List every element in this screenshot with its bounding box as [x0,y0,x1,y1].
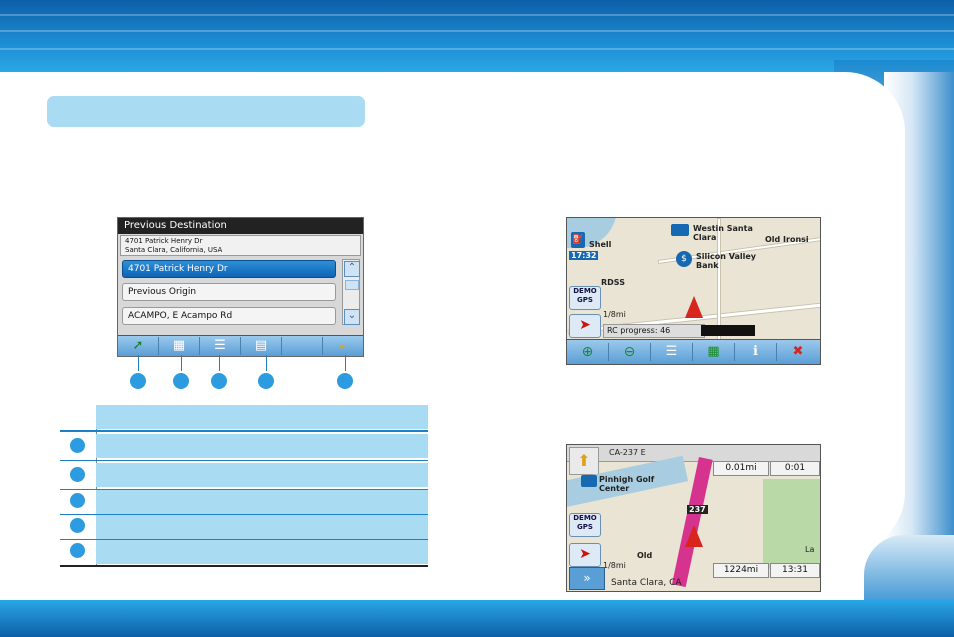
map-3d-icon[interactable]: ▦ [693,343,735,361]
callout-line [345,355,346,371]
list-icon[interactable]: ☰ [651,343,693,361]
back-arrow-icon[interactable]: ⤶ [323,337,363,355]
list-icon[interactable]: ☰ [200,337,241,355]
demo-label: DEMO [573,287,597,295]
vehicle-arrow-icon [685,525,703,547]
address-line-2: Santa Clara, California, USA [125,246,223,254]
callout-line [138,355,139,371]
map-toolbar: ⊕ ⊖ ☰ ▦ ℹ ✖ [567,339,820,364]
chevron-up-icon[interactable]: ⌃ [344,261,360,277]
poi-label: Silicon Valley Bank [696,252,756,270]
info-pin-icon[interactable]: ℹ [735,343,777,361]
road-header-bar [567,445,820,462]
header-banner [0,0,954,72]
demo-label: DEMO [573,514,597,522]
exit-icon[interactable]: ✖ [777,343,819,361]
demo-gps-button[interactable]: DEMO GPS [569,286,601,310]
callout-marker [337,373,353,389]
hotel-icon [671,224,689,236]
gps-label: GPS [577,296,593,304]
highway-shield: 237 [687,505,708,514]
previous-destination-screen: Previous Destination 4701 Patrick Henry … [117,217,364,357]
footer-curve [864,535,954,605]
destination-item[interactable]: ACAMPO, E Acampo Rd [122,307,336,325]
street-label: Old Ironsi [765,235,809,244]
table-row [96,463,428,487]
street-label: Old [637,551,653,560]
zoom-out-icon[interactable]: ⊖ [609,343,651,361]
golf-icon [581,475,597,487]
street-label: La [805,545,815,554]
address-line-1: 4701 Patrick Henry Dr [125,237,203,245]
poi-label: Westin Santa Clara [693,224,753,242]
section-title-bar [47,96,365,127]
demo-gps-button[interactable]: DEMO GPS [569,513,601,537]
scale-label: 1/8mi [603,561,626,570]
vehicle-arrow-icon [685,296,703,318]
compass-icon[interactable]: ➤ [569,314,601,338]
table-row [96,490,428,514]
fuel-icon: ⛽ [571,232,585,248]
callout-marker [258,373,274,389]
document-icon[interactable]: ▦ [159,337,200,355]
save-icon[interactable]: ▤ [241,337,282,355]
street-label: RDSS [601,278,625,287]
callout-marker [70,543,85,558]
scroll-thumb[interactable] [345,280,359,290]
fast-forward-icon[interactable]: » [569,567,605,590]
scale-label: 1/8mi [603,310,626,319]
callout-marker [173,373,189,389]
table-row [96,434,428,458]
blank-button[interactable] [282,337,323,355]
callout-marker [130,373,146,389]
callout-marker [70,467,85,482]
scrollbar[interactable]: ⌃ ⌄ [342,259,360,325]
next-distance: 0.01mi [713,461,769,476]
location-label: Santa Clara, CA [611,578,682,588]
gps-label: GPS [577,523,593,531]
poi-label: Pinhigh Golf Center [599,475,655,493]
bank-icon: $ [676,251,692,267]
table-header-row [96,405,428,429]
legend-table [60,405,428,567]
callout-marker [70,438,85,453]
total-distance: 1224mi [713,563,769,578]
turn-arrow-icon[interactable]: ⬆ [569,447,599,475]
callout-line [181,355,182,371]
callout-marker [211,373,227,389]
callout-line [266,355,267,371]
chevron-down-icon[interactable]: ⌄ [344,309,360,325]
progress-bar [701,325,755,336]
road-header: CA-237 E [609,448,646,457]
table-row [96,540,428,564]
table-row [96,515,428,539]
callout-line [219,355,220,371]
callout-marker [70,518,85,533]
screen-header: Previous Destination [118,218,363,234]
bottom-toolbar: ➚ ▦ ☰ ▤ ⤶ [118,335,363,356]
map-screen-demo: ⛽ Shell 17:32 Westin Santa Clara Old Iro… [566,217,821,365]
destination-item[interactable]: 4701 Patrick Henry Dr [122,260,336,278]
compass-icon[interactable]: ➤ [569,543,601,567]
footer-banner [0,600,954,637]
time-label: 17:32 [569,251,599,260]
map-screen-navigation: CA-237 E ⬆ 0.01mi 0:01 Pinhigh Golf Cent… [566,444,821,592]
poi-label: Shell [589,240,612,249]
address-box: 4701 Patrick Henry Dr Santa Clara, Calif… [120,235,361,256]
zoom-in-icon[interactable]: ⊕ [567,343,609,361]
next-time: 0:01 [770,461,820,476]
destination-item[interactable]: Previous Origin [122,283,336,301]
callout-marker [70,493,85,508]
progress-label: RC progress: 46 [603,324,705,338]
clock: 13:31 [770,563,820,578]
park-area [763,479,820,569]
route-icon[interactable]: ➚ [118,337,159,355]
